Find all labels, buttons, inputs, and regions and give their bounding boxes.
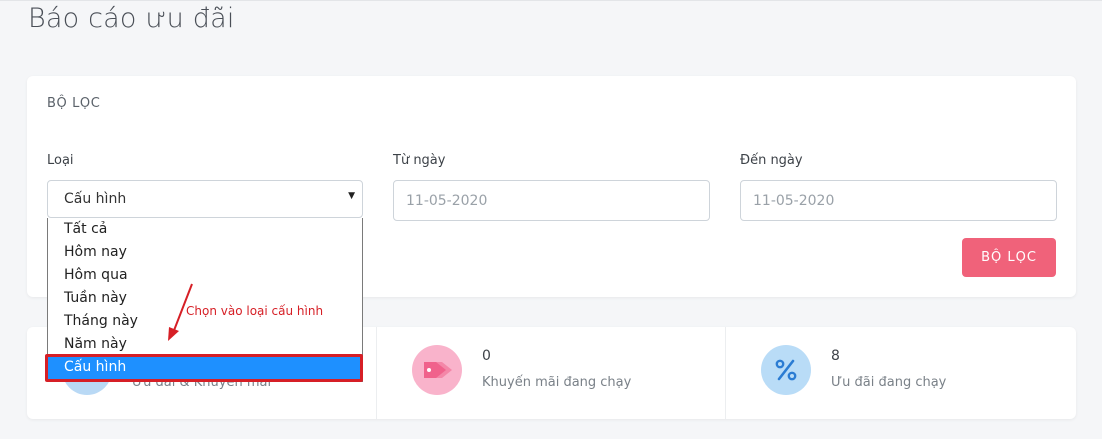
to-date-label: Đến ngày <box>740 153 803 168</box>
stat-discounts-label: Ưu đãi đang chạy <box>831 375 947 390</box>
stat-promotions-value: 0 <box>482 348 491 364</box>
stat-discounts: 8 Ưu đãi đang chạy <box>726 327 1076 419</box>
filter-button[interactable]: BỘ LỌC <box>962 238 1056 277</box>
stat-promotions-label: Khuyến mãi đang chạy <box>482 375 632 390</box>
stat-promotions: 0 Khuyến mãi đang chạy <box>377 327 726 419</box>
highlight-box <box>45 354 363 382</box>
dropdown-option-yesterday[interactable]: Hôm qua <box>48 264 362 287</box>
annotation-text: Chọn vào loại cấu hình <box>186 304 324 318</box>
tag-icon <box>412 345 462 395</box>
type-select-value: Cấu hình <box>64 191 127 207</box>
stat-discounts-value: 8 <box>831 348 840 364</box>
filter-title: BỘ LỌC <box>47 96 101 111</box>
to-date-input[interactable] <box>740 180 1057 221</box>
page-title: Báo cáo ưu đãi <box>28 3 235 34</box>
type-label: Loại <box>47 153 74 168</box>
dropdown-option-all[interactable]: Tất cả <box>48 218 362 241</box>
chevron-down-icon: ▼ <box>348 191 355 201</box>
type-select[interactable]: Cấu hình ▼ <box>47 180 363 218</box>
dropdown-option-this-year[interactable]: Năm này <box>48 333 362 356</box>
percent-icon <box>761 345 811 395</box>
from-date-input[interactable] <box>393 180 710 221</box>
from-date-label: Từ ngày <box>393 153 446 168</box>
dropdown-option-today[interactable]: Hôm nay <box>48 241 362 264</box>
